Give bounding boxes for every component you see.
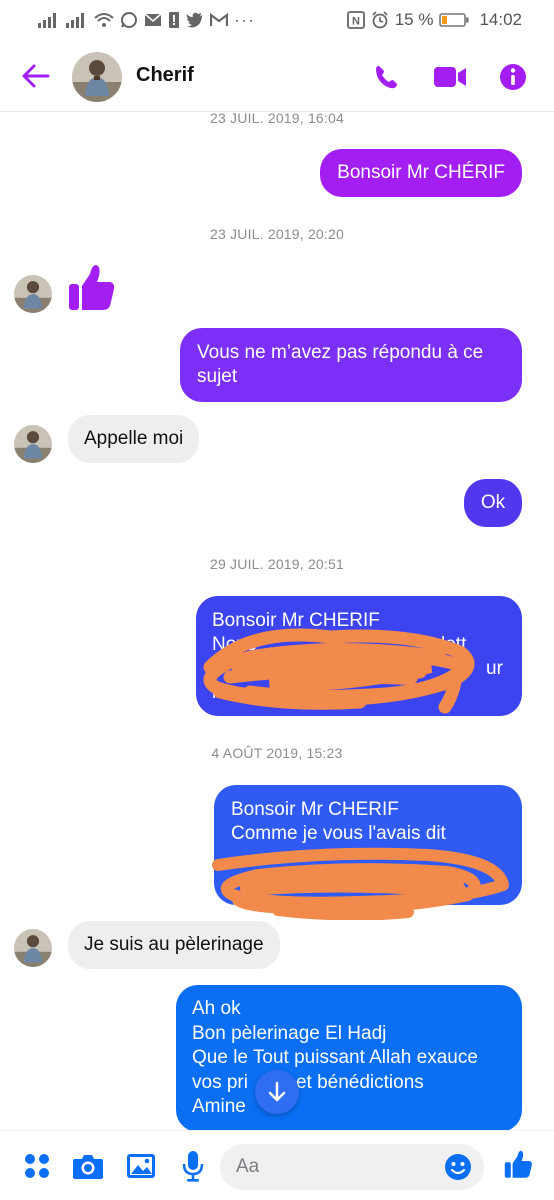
video-call-button[interactable] — [431, 58, 469, 96]
svg-text:N: N — [352, 16, 360, 28]
alarm-icon — [371, 10, 389, 30]
contact-name[interactable]: Cherif — [136, 64, 194, 87]
timestamp: 4 AOÛT 2019, 15:23 — [211, 745, 343, 761]
message-text: Bonsoir Mr CHÉRIF — [337, 162, 505, 183]
timestamp: 29 JUIL. 2019, 20:51 — [210, 556, 344, 572]
apps-button[interactable] — [20, 1149, 54, 1183]
more-notifications: ··· — [234, 9, 255, 30]
message-text-line: Amine — [192, 1096, 246, 1117]
voice-message-button[interactable] — [176, 1149, 210, 1183]
avatar[interactable] — [14, 425, 52, 463]
message-text-line: Ah ok — [192, 998, 241, 1019]
message-text-line: sujet — [197, 366, 238, 387]
avatar[interactable] — [14, 929, 52, 967]
message-text-line: Que le Tout puissant Allah exauce — [192, 1047, 478, 1068]
timestamp: 23 JUIL. 2019, 20:20 — [210, 226, 344, 242]
message-bubble-outgoing[interactable]: Bonsoir Mr CHERIF Comme je vous l'avais … — [214, 785, 522, 905]
message-bubble-incoming[interactable]: Appelle moi — [68, 415, 200, 463]
camera-button[interactable] — [71, 1149, 105, 1183]
message-list[interactable]: 23 JUIL. 2019, 16:04 Bonsoir Mr CHÉRIF 2… — [0, 112, 554, 1130]
conversation-info-button[interactable] — [494, 58, 532, 96]
gmail-icon — [210, 10, 228, 30]
gallery-icon — [127, 1154, 155, 1178]
whatsapp-icon — [120, 10, 138, 30]
thumbs-up-sticker[interactable] — [66, 262, 116, 317]
avatar[interactable] — [14, 275, 52, 313]
sim-icon — [168, 10, 180, 30]
message-text-fragment: et bénédictions — [295, 1071, 424, 1093]
message-text-fragment: ur — [486, 658, 503, 679]
battery-icon — [439, 10, 469, 30]
message-text-line: Bonsoir Mr CHERIF — [212, 610, 380, 631]
message-input[interactable]: Aa — [220, 1144, 484, 1190]
message-bubble-outgoing[interactable]: Bonsoir Mr CHÉRIF — [320, 149, 522, 197]
send-like-button[interactable] — [501, 1147, 535, 1181]
status-bar-right: N 15 % 14:02 — [346, 10, 522, 30]
info-icon — [500, 64, 526, 90]
message-text-fragment: vos pri — [192, 1071, 248, 1093]
status-bar: ··· N 15 % 14:02 — [0, 0, 554, 40]
wifi-icon — [94, 10, 114, 30]
signal-icon — [38, 10, 60, 30]
message-text-line: Bon pèlerinage El Hadj — [192, 1022, 387, 1044]
message-bubble-incoming[interactable]: Je suis au pèlerinage — [68, 921, 280, 969]
clock: 14:02 — [479, 10, 522, 29]
message-text: Ok — [480, 492, 506, 513]
gallery-button[interactable] — [124, 1149, 158, 1183]
message-bubble-outgoing[interactable]: Ok — [464, 479, 522, 527]
signal-icon — [66, 10, 88, 30]
timestamp: 23 JUIL. 2019, 16:04 — [210, 112, 344, 126]
message-text-line: vos pri et bénédictions — [192, 1071, 506, 1096]
message-bubble-outgoing[interactable]: Ah ok Bon pèlerinage El Hadj Que le Tout… — [176, 985, 522, 1130]
nfc-icon: N — [346, 10, 365, 30]
message-text-line: Bonsoir Mr CHERIF — [231, 799, 399, 820]
conversation-header: Cherif — [0, 40, 554, 112]
message-text-fragment: r — [212, 682, 219, 703]
status-bar-left: ··· — [38, 10, 255, 31]
battery-percent: 15 % — [394, 10, 434, 29]
message-bubble-outgoing[interactable]: Vous ne m’avez pas répondu à ce sujet — [180, 328, 522, 402]
message-text-line: Vous ne m’avez pas répondu à ce — [197, 342, 484, 363]
scroll-to-bottom-button[interactable] — [255, 1070, 299, 1114]
phone-icon — [376, 66, 397, 89]
apps-icon — [25, 1154, 49, 1178]
message-text-line: Comme je vous l'avais dit — [231, 823, 446, 844]
emoji-icon — [445, 1154, 471, 1180]
mail-icon — [144, 10, 162, 30]
message-composer: Aa — [0, 1130, 554, 1200]
arrow-down-icon — [268, 1081, 286, 1102]
back-arrow-icon — [22, 64, 50, 88]
message-text: Je suis au pèlerinage — [84, 934, 264, 955]
video-camera-icon — [434, 67, 466, 87]
thumbs-up-icon — [504, 1150, 532, 1178]
microphone-icon — [182, 1151, 204, 1182]
message-text-fragment: lett — [441, 634, 467, 655]
camera-icon — [73, 1155, 103, 1179]
message-text: Appelle moi — [84, 428, 184, 449]
back-button[interactable] — [18, 60, 54, 92]
message-input-placeholder: Aa — [236, 1156, 260, 1177]
contact-avatar[interactable] — [72, 52, 122, 102]
voice-call-button[interactable] — [367, 58, 405, 96]
emoji-button[interactable] — [442, 1151, 474, 1183]
twitter-icon — [186, 10, 204, 30]
message-bubble-outgoing[interactable]: Bonsoir Mr CHERIF Nous lett ur r — [196, 596, 522, 716]
thumbs-up-icon — [69, 265, 115, 310]
